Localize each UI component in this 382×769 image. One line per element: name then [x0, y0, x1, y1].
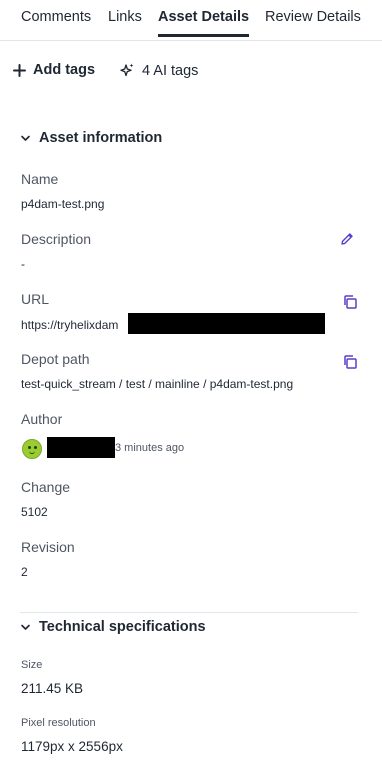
edit-description-button[interactable] — [339, 231, 357, 249]
copy-icon — [344, 295, 357, 309]
technical-specifications-toggle[interactable]: Technical specifications — [20, 619, 206, 635]
avatar — [22, 439, 42, 459]
description-value: - — [21, 257, 25, 271]
url-label: URL — [21, 291, 50, 307]
author-timestamp: 3 minutes ago — [115, 442, 185, 454]
plus-icon — [13, 63, 26, 77]
size-value: 211.45 KB — [21, 681, 84, 696]
pixel-resolution-value: 1179px x 2556px — [21, 739, 123, 754]
asset-information-toggle[interactable]: Asset information — [20, 130, 162, 146]
tab-review-details[interactable]: Review Details — [265, 9, 361, 25]
pencil-icon — [341, 233, 353, 245]
sparkle-icon — [120, 63, 134, 77]
name-label: Name — [21, 171, 59, 187]
description-label: Description — [21, 231, 92, 247]
tab-asset-details[interactable]: Asset Details — [158, 9, 249, 25]
change-value: 5102 — [21, 505, 48, 519]
ai-tags-button[interactable]: 4 AI tags — [118, 62, 198, 79]
tab-comments[interactable]: Comments — [21, 9, 91, 25]
chevron-down-icon — [21, 135, 30, 141]
add-tags-button[interactable]: Add tags — [13, 62, 95, 78]
ai-tags-label: 4 AI tags — [142, 62, 199, 79]
size-label: Size — [21, 659, 43, 671]
author-label: Author — [21, 411, 63, 427]
tag-bar: Add tags 4 AI tags — [0, 58, 382, 86]
copy-icon — [344, 355, 357, 369]
pixel-resolution-label: Pixel resolution — [21, 717, 96, 729]
depot-path-value: test-quick_stream / test / mainline / p4… — [21, 377, 294, 391]
copy-url-button[interactable] — [342, 294, 360, 312]
copy-depot-path-button[interactable] — [342, 354, 360, 372]
redacted-url — [128, 313, 325, 334]
add-tags-label: Add tags — [33, 62, 96, 78]
tab-links[interactable]: Links — [108, 9, 142, 25]
depot-path-label: Depot path — [21, 351, 90, 367]
section-divider — [20, 612, 358, 613]
active-tab-indicator — [158, 34, 249, 37]
asset-information-title: Asset information — [39, 130, 163, 146]
chevron-down-icon — [21, 624, 30, 630]
redacted-author-name — [47, 437, 115, 458]
revision-label: Revision — [21, 539, 75, 555]
url-value[interactable]: https://tryhelixdam — [21, 318, 118, 332]
revision-value: 2 — [21, 565, 28, 579]
name-value: p4dam-test.png — [21, 197, 105, 211]
tab-bar: Comments Links Asset Details Review Deta… — [0, 0, 382, 41]
technical-specifications-title: Technical specifications — [39, 619, 206, 635]
change-label: Change — [21, 479, 71, 495]
